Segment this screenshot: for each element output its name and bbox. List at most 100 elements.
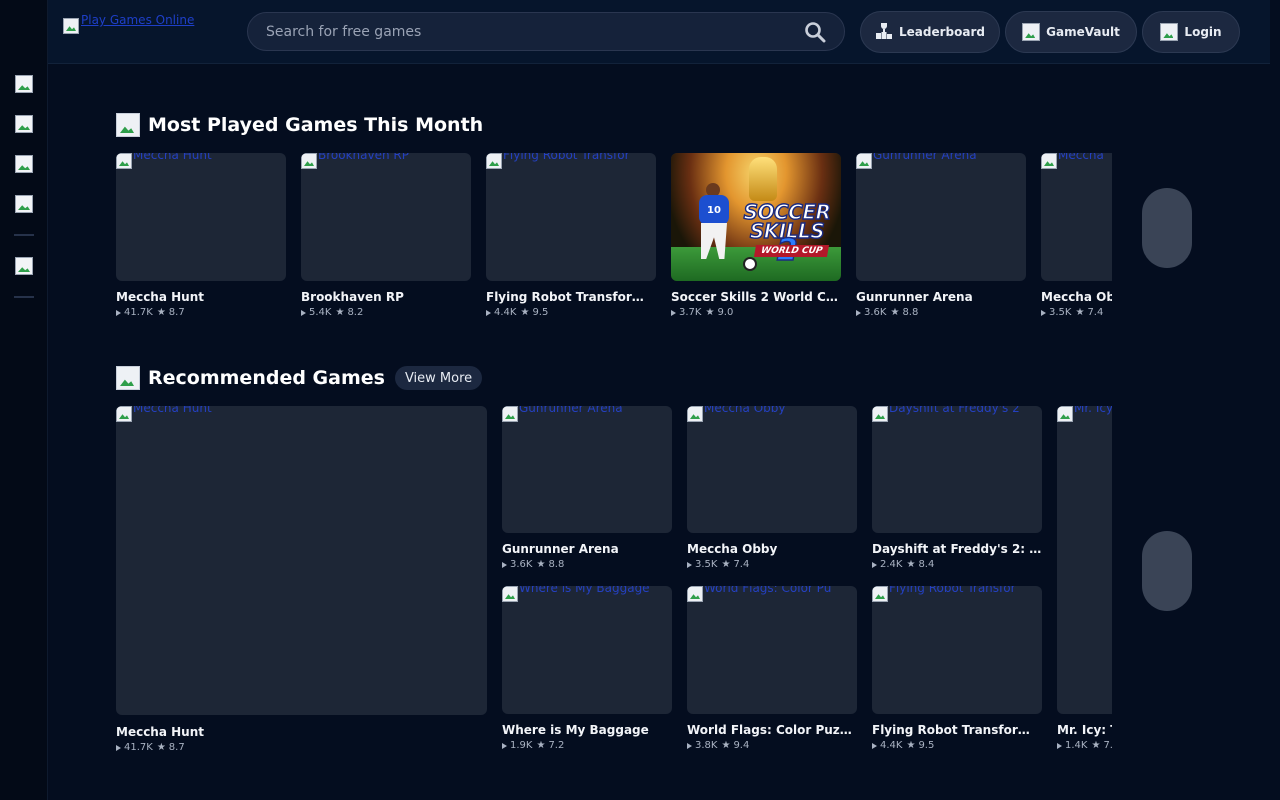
game-thumbnail[interactable]: 10 SOCCER SKILLS 2 WORLD CUP <box>671 153 841 281</box>
star-icon: ★ <box>335 306 345 318</box>
play-count: 41.7K <box>124 742 153 753</box>
game-thumbnail[interactable]: Meccha Hunt <box>116 406 487 715</box>
game-card[interactable]: Flying Robot Transfor Flying Robot Trans… <box>486 153 656 318</box>
game-title[interactable]: Dayshift at Freddy's 2: Ele... <box>872 542 1042 556</box>
game-thumbnail[interactable]: Dayshift at Freddy's 2 <box>872 406 1042 533</box>
play-count: 5.4K <box>309 307 332 318</box>
game-card[interactable]: Meccha Meccha Obby 3.5K ★7.4 <box>1041 153 1112 318</box>
game-title[interactable]: Gunrunner Arena <box>502 542 672 556</box>
scroll-right-button[interactable] <box>1142 531 1192 611</box>
gamevault-button[interactable]: GameVault <box>1005 11 1137 53</box>
recommended-rail: Meccha Hunt Meccha Hunt 41.7K ★ 8.7 Gunru… <box>116 406 1112 758</box>
game-title[interactable]: Meccha Hunt <box>116 290 286 304</box>
game-card[interactable]: Brookhaven RP Brookhaven RP 5.4K ★ 8.2 <box>301 153 471 318</box>
image-placeholder-icon <box>687 406 703 422</box>
game-thumbnail[interactable]: Mr. Icy <box>1057 406 1112 714</box>
thumbnail-alt-text: Mr. Icy <box>1074 406 1112 415</box>
nav-icon-4[interactable] <box>15 195 33 213</box>
play-icon <box>872 561 877 568</box>
nav-icon-3[interactable] <box>15 155 33 173</box>
play-icon <box>872 742 877 749</box>
top-bar: Play Games Online Leaderboard GameVault <box>48 0 1270 64</box>
game-thumbnail[interactable]: World Flags: Color Pu <box>687 586 857 714</box>
thumbnail-alt-text: Brookhaven RP <box>318 153 409 162</box>
leaderboard-button[interactable]: Leaderboard <box>860 11 1000 53</box>
game-title[interactable]: Gunrunner Arena <box>856 290 1026 304</box>
rating: 7.4 <box>1103 740 1112 751</box>
game-title[interactable]: World Flags: Color Puzzle <box>687 723 857 737</box>
game-card[interactable]: Gunrunner Arena Gunrunner Arena 3.6K ★ 8.… <box>856 153 1026 318</box>
gamevault-label: GameVault <box>1046 25 1120 39</box>
star-icon: ★ <box>890 306 900 318</box>
game-title[interactable]: Flying Robot Transform C... <box>872 723 1042 737</box>
game-card[interactable]: Meccha Obby Meccha Obby 3.5K ★ 7.4 <box>687 406 857 570</box>
game-stats: 3.6K ★ 8.8 <box>502 559 672 570</box>
rating: 8.4 <box>918 559 935 570</box>
game-title[interactable]: Mr. Icy: T <box>1057 723 1112 737</box>
scroll-right-button[interactable] <box>1142 188 1192 268</box>
leaderboard-label: Leaderboard <box>899 25 985 39</box>
search-icon[interactable] <box>804 21 826 43</box>
login-label: Login <box>1184 25 1222 39</box>
nav-icon-2[interactable] <box>15 115 33 133</box>
game-card[interactable]: Where is My Baggage Where is My Baggage … <box>502 586 672 751</box>
game-title[interactable]: Meccha Obby <box>687 542 857 556</box>
game-card[interactable]: Flying Robot Transfor Flying Robot Trans… <box>872 586 1042 751</box>
rating: 8.2 <box>347 307 364 318</box>
image-placeholder-icon <box>116 153 132 169</box>
image-placeholder-icon <box>687 586 703 602</box>
game-title[interactable]: Where is My Baggage <box>502 723 672 737</box>
player-jersey: 10 <box>699 195 729 225</box>
soccer-ball-icon <box>743 257 757 271</box>
game-card[interactable]: 10 SOCCER SKILLS 2 WORLD CUP Soccer Skil… <box>671 153 841 318</box>
game-thumbnail[interactable]: Gunrunner Arena <box>856 153 1026 281</box>
game-title[interactable]: Brookhaven RP <box>301 290 471 304</box>
game-thumbnail[interactable]: Meccha Obby <box>687 406 857 533</box>
play-count: 1.4K <box>1065 740 1088 751</box>
play-icon <box>1057 742 1062 749</box>
game-thumbnail[interactable]: Brookhaven RP <box>301 153 471 281</box>
play-icon <box>687 742 692 749</box>
play-count: 1.9K <box>510 740 533 751</box>
game-thumbnail[interactable]: Where is My Baggage <box>502 586 672 714</box>
game-title[interactable]: Meccha Hunt <box>116 725 487 739</box>
game-card[interactable]: World Flags: Color Pu World Flags: Color… <box>687 586 857 751</box>
game-thumbnail[interactable]: Meccha Hunt <box>116 153 286 281</box>
image-placeholder-icon <box>872 406 888 422</box>
most-played-rail: Meccha Hunt Meccha Hunt 41.7K ★ 8.7 Brook… <box>116 153 1112 328</box>
fire-icon <box>116 113 140 137</box>
play-icon <box>856 309 861 316</box>
login-button[interactable]: Login <box>1142 11 1240 53</box>
rating: 9.5 <box>532 307 549 318</box>
play-count: 3.8K <box>695 740 718 751</box>
game-card[interactable]: Dayshift at Freddy's 2 Dayshift at Fredd… <box>872 406 1042 570</box>
game-thumbnail[interactable]: Gunrunner Arena <box>502 406 672 533</box>
world-cup-badge: WORLD CUP <box>753 245 830 257</box>
play-count: 3.6K <box>510 559 533 570</box>
game-thumbnail[interactable]: Flying Robot Transfor <box>872 586 1042 714</box>
view-more-button[interactable]: View More <box>394 366 483 390</box>
image-placeholder-icon <box>486 153 502 169</box>
game-card[interactable]: Mr. Icy Mr. Icy: T 1.4K ★7.4 <box>1057 406 1112 751</box>
soccer-skills-artwork: 10 SOCCER SKILLS 2 WORLD CUP <box>671 153 841 281</box>
rating: 7.4 <box>1087 307 1104 318</box>
nav-icon-5[interactable] <box>15 257 33 275</box>
game-title[interactable]: Meccha Obby <box>1041 290 1112 304</box>
game-card[interactable]: Meccha Hunt Meccha Hunt 41.7K ★ 8.7 <box>116 153 286 318</box>
featured-game-card[interactable]: Meccha Hunt Meccha Hunt 41.7K ★ 8.7 <box>116 406 487 753</box>
search-input[interactable] <box>266 23 804 40</box>
thumbnail-alt-text: Where is My Baggage <box>519 586 650 595</box>
game-card[interactable]: Gunrunner Arena Gunrunner Arena 3.6K ★ 8.… <box>502 406 672 570</box>
game-thumbnail[interactable]: Flying Robot Transfor <box>486 153 656 281</box>
sidebar-divider <box>14 296 34 298</box>
thumbnail-alt-text: World Flags: Color Pu <box>704 586 832 595</box>
search-bar[interactable] <box>247 12 845 51</box>
site-logo[interactable]: Play Games Online <box>63 14 223 40</box>
game-title[interactable]: Flying Robot Transform C... <box>486 290 656 304</box>
game-thumbnail[interactable]: Meccha <box>1041 153 1112 281</box>
rating: 7.2 <box>548 740 565 751</box>
game-stats: 2.4K ★ 8.4 <box>872 559 1042 570</box>
game-title[interactable]: Soccer Skills 2 World Cup <box>671 290 841 304</box>
rating: 7.4 <box>733 559 750 570</box>
nav-icon-1[interactable] <box>15 75 33 93</box>
